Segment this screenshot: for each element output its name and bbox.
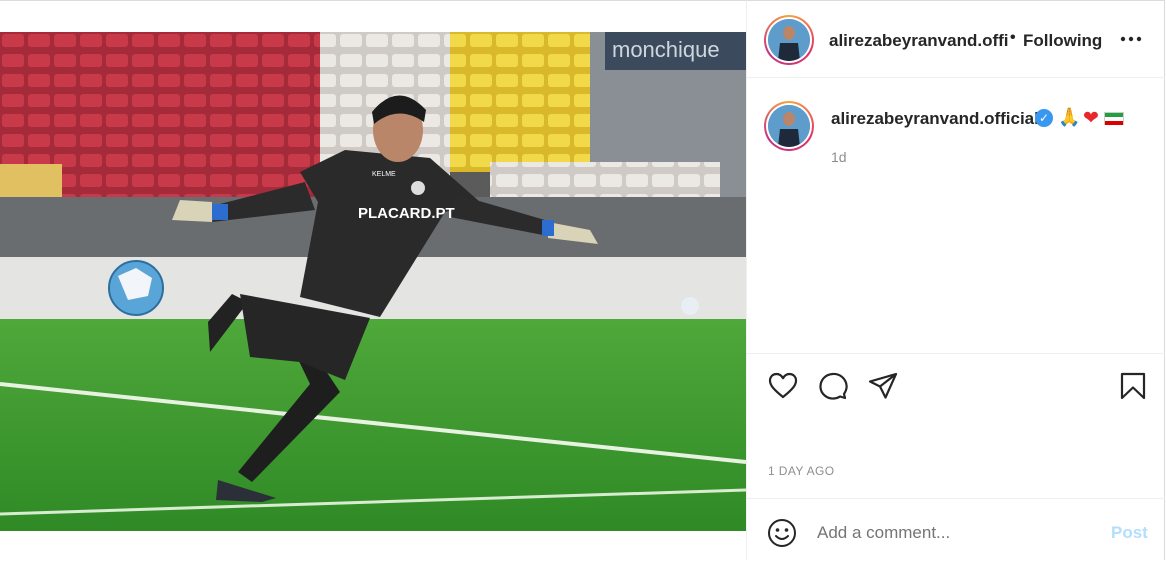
heart-icon[interactable] [767,370,799,402]
comment-input[interactable] [817,521,1097,545]
comment-icon[interactable] [817,370,849,402]
actions-divider [747,353,1165,354]
save-icon[interactable] [1117,370,1149,402]
following-button[interactable]: Following [1023,31,1102,51]
share-icon[interactable] [867,370,899,402]
bottom-strip [0,531,746,560]
comment-bar: Post [747,498,1165,561]
post-comment-button[interactable]: Post [1111,523,1148,543]
separator-dot: • [1010,29,1016,46]
top-strip [0,0,746,32]
post-photo[interactable]: monchique PLACARD.PT KELME [0,32,746,531]
caption-username[interactable]: alirezabeyranvand.official [831,109,1039,129]
heart-emoji-icon: ❤ [1083,108,1099,129]
instagram-post-view: monchique PLACARD.PT KELME alirezabeyran… [0,0,1167,560]
stadium-sign-text: monchique [612,37,720,62]
emoji-icon[interactable] [767,518,797,548]
jersey-sponsor-text: PLACARD.PT [358,205,455,222]
post-side-panel: alirezabeyranvand.offi • Following alire… [746,0,1165,560]
caption-avatar[interactable] [764,101,814,151]
caption-time-ago: 1d [831,149,847,165]
iran-flag-icon [1104,112,1124,125]
post-date: 1 DAY AGO [768,464,835,478]
pray-emoji-icon: 🙏 [1058,107,1081,127]
avatar[interactable] [764,15,814,65]
avatar-image-icon [768,105,810,147]
verified-badge-icon: ✓ [1035,109,1053,127]
header-username[interactable]: alirezabeyranvand.offi [829,31,1009,51]
post-header: alirezabeyranvand.offi • Following [747,1,1165,78]
soccer-photo: monchique PLACARD.PT KELME [0,32,746,531]
jersey-brand-text: KELME [372,171,396,178]
avatar-image-icon [768,19,810,61]
more-horizontal-icon[interactable] [1119,27,1143,51]
